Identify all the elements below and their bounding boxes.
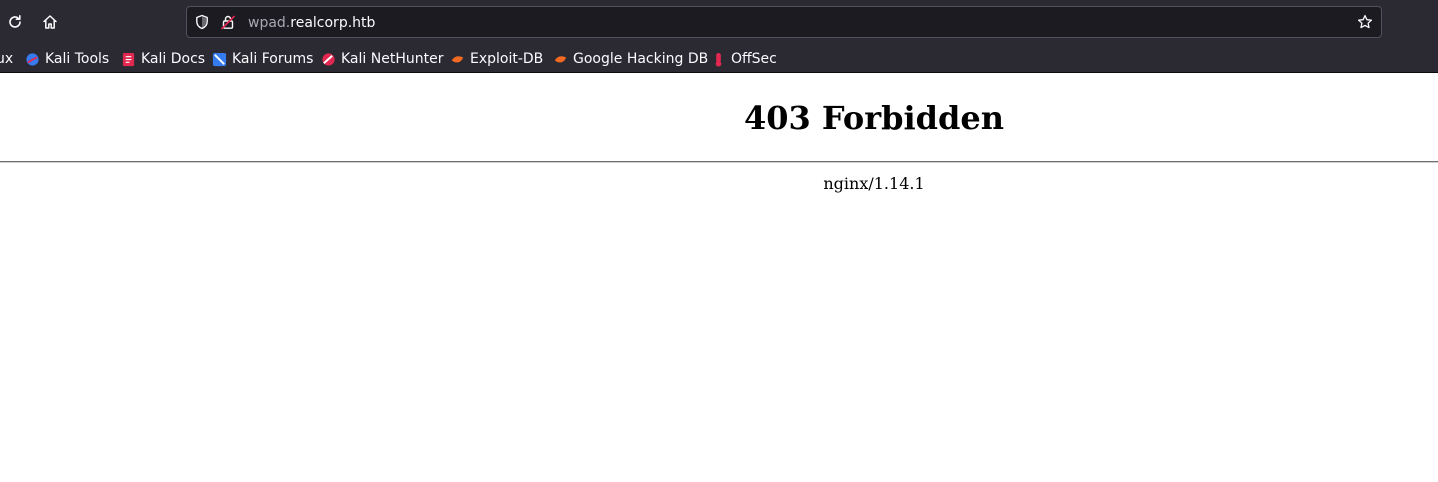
bookmark-label: Kali NetHunter xyxy=(341,51,444,67)
bookmark-label: Kali Tools xyxy=(45,51,110,67)
bookmark-item[interactable]: Kali NetHunter xyxy=(321,49,443,69)
url-text[interactable]: wpad.realcorp.htb xyxy=(248,14,375,32)
kali-nethunter-icon xyxy=(322,52,335,66)
horizontal-rule xyxy=(0,161,1438,163)
bookmarks-toolbar: ux Kali Tools Kali Docs Kali Forums Kali… xyxy=(0,44,1438,73)
bookmark-label: OffSec xyxy=(731,51,777,67)
home-button[interactable] xyxy=(37,9,63,35)
bookmark-star-icon[interactable] xyxy=(1357,14,1373,30)
bookmark-label: Kali Docs xyxy=(141,51,206,67)
bookmark-item[interactable]: Google Hacking DB xyxy=(553,49,708,69)
bookmark-label: ux xyxy=(0,51,14,67)
page-title: 403 Forbidden xyxy=(743,99,1004,137)
bookmark-item[interactable]: Exploit-DB xyxy=(450,49,543,69)
bookmark-label: Exploit-DB xyxy=(470,51,544,67)
exploit-db-icon xyxy=(451,55,464,62)
tracking-protection-shield-icon[interactable] xyxy=(194,14,210,30)
reload-button[interactable] xyxy=(2,9,28,35)
exploit-db-icon xyxy=(554,55,567,62)
kali-forums-icon xyxy=(212,52,227,66)
bookmark-label: Kali Forums xyxy=(232,51,314,67)
server-signature: nginx/1.14.1 xyxy=(823,174,925,193)
insecure-lock-icon[interactable] xyxy=(220,14,236,30)
bookmark-item[interactable]: Kali Tools xyxy=(25,49,109,69)
address-bar[interactable]: wpad.realcorp.htb xyxy=(186,6,1382,38)
kali-docs-icon xyxy=(122,52,135,66)
home-icon xyxy=(43,15,57,29)
bookmark-item[interactable]: Kali Docs xyxy=(121,49,205,69)
page-content: 403 Forbidden nginx/1.14.1 xyxy=(0,74,1438,482)
bookmark-item[interactable]: OffSec xyxy=(711,49,777,69)
browser-toolbar: wpad.realcorp.htb xyxy=(0,0,1438,44)
bookmark-label: Google Hacking DB xyxy=(573,51,709,67)
bookmark-item[interactable]: Kali Forums xyxy=(212,49,313,69)
kali-tools-icon xyxy=(26,52,39,66)
bookmark-item[interactable]: ux xyxy=(0,49,13,69)
url-domain: realcorp.htb xyxy=(290,15,376,31)
offsec-icon xyxy=(715,52,722,67)
url-subdomain: wpad. xyxy=(248,15,291,31)
reload-icon xyxy=(9,15,21,28)
